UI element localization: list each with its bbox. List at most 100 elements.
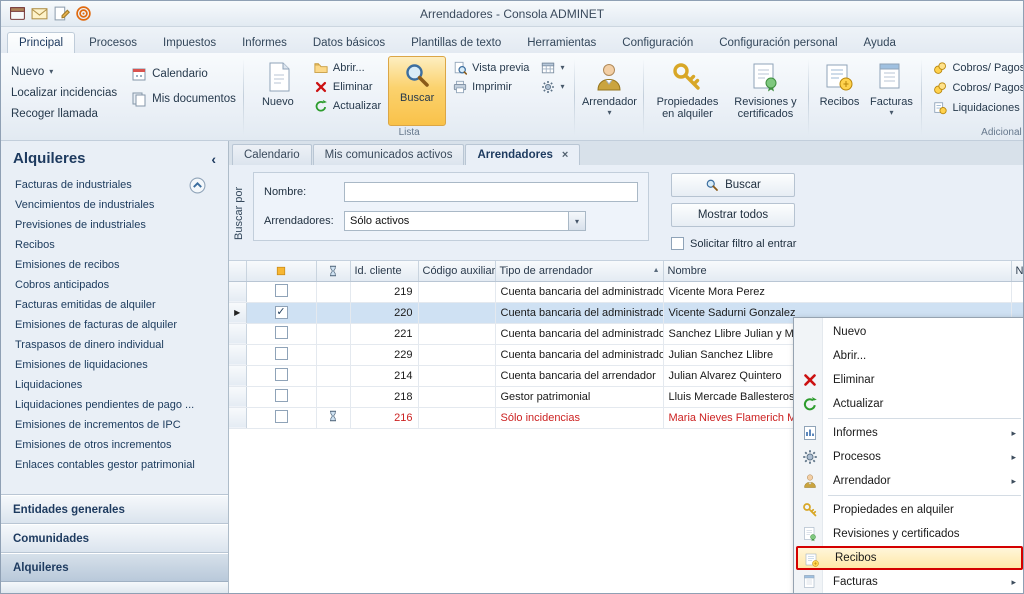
row-checkbox[interactable]	[275, 410, 288, 423]
arrendador-button[interactable]: Arrendador ▾	[580, 56, 638, 126]
row-checkbox[interactable]	[275, 284, 288, 297]
sidebar-item-liquidaciones[interactable]: Liquidaciones	[1, 375, 228, 395]
eliminar-button[interactable]: Eliminar	[312, 80, 383, 94]
column-header-nombre[interactable]: Nombre	[663, 261, 1011, 281]
row-checkbox[interactable]	[275, 347, 288, 360]
imprimir-button[interactable]: Imprimir	[451, 80, 531, 94]
row-checkbox[interactable]	[275, 326, 288, 339]
ribbon-calendario[interactable]: Calendario	[131, 66, 236, 82]
sidebar-group-comunidades[interactable]: Comunidades	[1, 524, 228, 553]
settings-dropdown-button[interactable]: ▾	[539, 80, 566, 94]
combo-dropdown-icon[interactable]: ▾	[568, 212, 585, 230]
ribbon-tab-impuestos[interactable]: Impuestos	[151, 32, 228, 54]
column-header-id[interactable]: Id. cliente	[350, 261, 418, 281]
ribbon-tab-herramientas[interactable]: Herramientas	[515, 32, 608, 54]
menu-item-eliminar[interactable]: Eliminar	[796, 368, 1023, 392]
ribbon-recoger-llamada[interactable]: Recoger llamada	[11, 108, 117, 120]
spiral-icon[interactable]	[75, 5, 92, 22]
menu-item-nuevo[interactable]: Nuevo	[796, 320, 1023, 344]
row-check-cell[interactable]: ✓	[246, 302, 316, 323]
facturas-button[interactable]: Facturas ▾	[866, 56, 916, 126]
ribbon-tab-configuracion[interactable]: Configuración	[610, 32, 705, 54]
menu-item-facturas[interactable]: Facturas▸	[796, 570, 1023, 594]
edit-note-icon[interactable]	[53, 5, 70, 22]
close-tab-icon[interactable]: ×	[562, 150, 568, 161]
sidebar-item-cobros-anticipados[interactable]: Cobros anticipados	[1, 275, 228, 295]
menu-item-informes[interactable]: Informes▸	[796, 421, 1023, 445]
adicional-cobros-pagos-del-arre[interactable]: Cobros/ Pagos del arre	[931, 61, 1023, 75]
doc-tab-calendario[interactable]: Calendario	[232, 144, 312, 165]
ribbon-localizar-incidencias[interactable]: Localizar incidencias	[11, 87, 117, 99]
mostrar-todos-button[interactable]: Mostrar todos	[671, 203, 795, 227]
row-check-cell[interactable]	[246, 365, 316, 386]
sidebar-item-emisiones-de-incrementos-de-ipc[interactable]: Emisiones de incrementos de IPC	[1, 415, 228, 435]
row-checkbox[interactable]: ✓	[275, 306, 288, 319]
layout-dropdown-button[interactable]: ▾	[539, 61, 566, 75]
buscar-ribbon-button[interactable]: Buscar	[388, 56, 446, 126]
menu-item-abrir[interactable]: Abrir...	[796, 344, 1023, 368]
row-check-cell[interactable]	[246, 344, 316, 365]
column-header-tipo[interactable]: Tipo de arrendador▲	[495, 261, 663, 281]
app-icon[interactable]	[9, 5, 26, 22]
ribbon-tab-datos-basicos[interactable]: Datos básicos	[301, 32, 397, 54]
column-header-codigo[interactable]: Código auxiliar	[418, 261, 495, 281]
menu-item-procesos[interactable]: Procesos▸	[796, 445, 1023, 469]
sidebar-item-vencimientos-de-industriales[interactable]: Vencimientos de industriales	[1, 195, 228, 215]
sidebar-item-enlaces-contables-gestor-patrimonial[interactable]: Enlaces contables gestor patrimonial	[1, 455, 228, 475]
menu-item-arrendador[interactable]: Arrendador▸	[796, 469, 1023, 493]
sidebar-item-previsiones-de-industriales[interactable]: Previsiones de industriales	[1, 215, 228, 235]
menu-item-propiedades-en-alquiler[interactable]: Propiedades en alquiler	[796, 498, 1023, 522]
ribbon-tab-configuracion-personal[interactable]: Configuración personal	[707, 32, 849, 54]
row-check-cell[interactable]	[246, 407, 316, 428]
nombre-input[interactable]	[344, 182, 638, 202]
ribbon-tab-informes[interactable]: Informes	[230, 32, 299, 54]
row-check-cell[interactable]	[246, 386, 316, 407]
filter-checkbox-row[interactable]: Solicitar filtro al entrar	[671, 237, 796, 250]
sidebar-item-emisiones-de-otros-incrementos[interactable]: Emisiones de otros incrementos	[1, 435, 228, 455]
ribbon-mis-documentos[interactable]: Mis documentos	[131, 91, 236, 107]
ribbon-tab-procesos[interactable]: Procesos	[77, 32, 149, 54]
doc-tab-mis-comunicados-activos[interactable]: Mis comunicados activos	[313, 144, 465, 165]
recibos-button[interactable]: Recibos	[814, 56, 864, 126]
vista-previa-button[interactable]: Vista previa	[451, 61, 531, 75]
menu-item-recibos[interactable]: Recibos	[796, 546, 1023, 570]
ribbon-tab-principal[interactable]: Principal	[7, 32, 75, 54]
sidebar-item-facturas-emitidas-de-alquiler[interactable]: Facturas emitidas de alquiler	[1, 295, 228, 315]
ribbon-nuevo-menu[interactable]: Nuevo ▾	[11, 66, 117, 78]
sidebar-item-liquidaciones-pendientes-de-pago[interactable]: Liquidaciones pendientes de pago ...	[1, 395, 228, 415]
sidebar-item-traspasos-de-dinero-individual[interactable]: Traspasos de dinero individual	[1, 335, 228, 355]
column-header-flag[interactable]	[316, 261, 350, 281]
ribbon-tab-plantillas-de-texto[interactable]: Plantillas de texto	[399, 32, 513, 54]
doc-tab-arrendadores[interactable]: Arrendadores×	[465, 144, 580, 165]
sidebar-group-alquileres[interactable]: Alquileres	[1, 553, 228, 582]
row-checkbox[interactable]	[275, 368, 288, 381]
column-header-indicator[interactable]	[229, 261, 246, 281]
grid-row-219[interactable]: 219Cuenta bancaria del administradorVice…	[229, 281, 1023, 302]
sidebar-item-emisiones-de-recibos[interactable]: Emisiones de recibos	[1, 255, 228, 275]
row-checkbox[interactable]	[275, 389, 288, 402]
column-header-no[interactable]: No	[1011, 261, 1023, 281]
actualizar-button[interactable]: Actualizar	[312, 99, 383, 113]
nuevo-button[interactable]: Nuevo	[249, 56, 307, 126]
adicional-cobros-pagos-de-inquil[interactable]: Cobros/ Pagos de inquil	[931, 81, 1023, 95]
arrendadores-select[interactable]: Sólo activos ▾	[344, 211, 586, 231]
propiedades-en-alquiler-button[interactable]: Propiedades en alquiler	[649, 56, 725, 126]
sidebar-item-emisiones-de-liquidaciones[interactable]: Emisiones de liquidaciones	[1, 355, 228, 375]
row-check-cell[interactable]	[246, 323, 316, 344]
row-check-cell[interactable]	[246, 281, 316, 302]
sidebar-partial-button[interactable]	[1, 582, 228, 593]
abrir-button[interactable]: Abrir...	[312, 61, 383, 75]
sidebar-item-emisiones-de-facturas-de-alquiler[interactable]: Emisiones de facturas de alquiler	[1, 315, 228, 335]
sidebar-group-entidades-generales[interactable]: Entidades generales	[1, 495, 228, 524]
column-header-check[interactable]	[246, 261, 316, 281]
revisiones-y-certificados-button[interactable]: Revisiones y certificados	[727, 56, 803, 126]
menu-item-revisiones-y-certificados[interactable]: Revisiones y certificados	[796, 522, 1023, 546]
mail-icon[interactable]	[31, 5, 48, 22]
ribbon-tab-ayuda[interactable]: Ayuda	[852, 32, 908, 54]
filter-checkbox[interactable]	[671, 237, 684, 250]
adicional-liquidaciones[interactable]: Liquidaciones	[931, 101, 1023, 115]
sidebar-item-recibos[interactable]: Recibos	[1, 235, 228, 255]
scroll-up-button[interactable]	[189, 177, 206, 194]
menu-item-actualizar[interactable]: Actualizar	[796, 392, 1023, 416]
buscar-button[interactable]: Buscar	[671, 173, 795, 197]
